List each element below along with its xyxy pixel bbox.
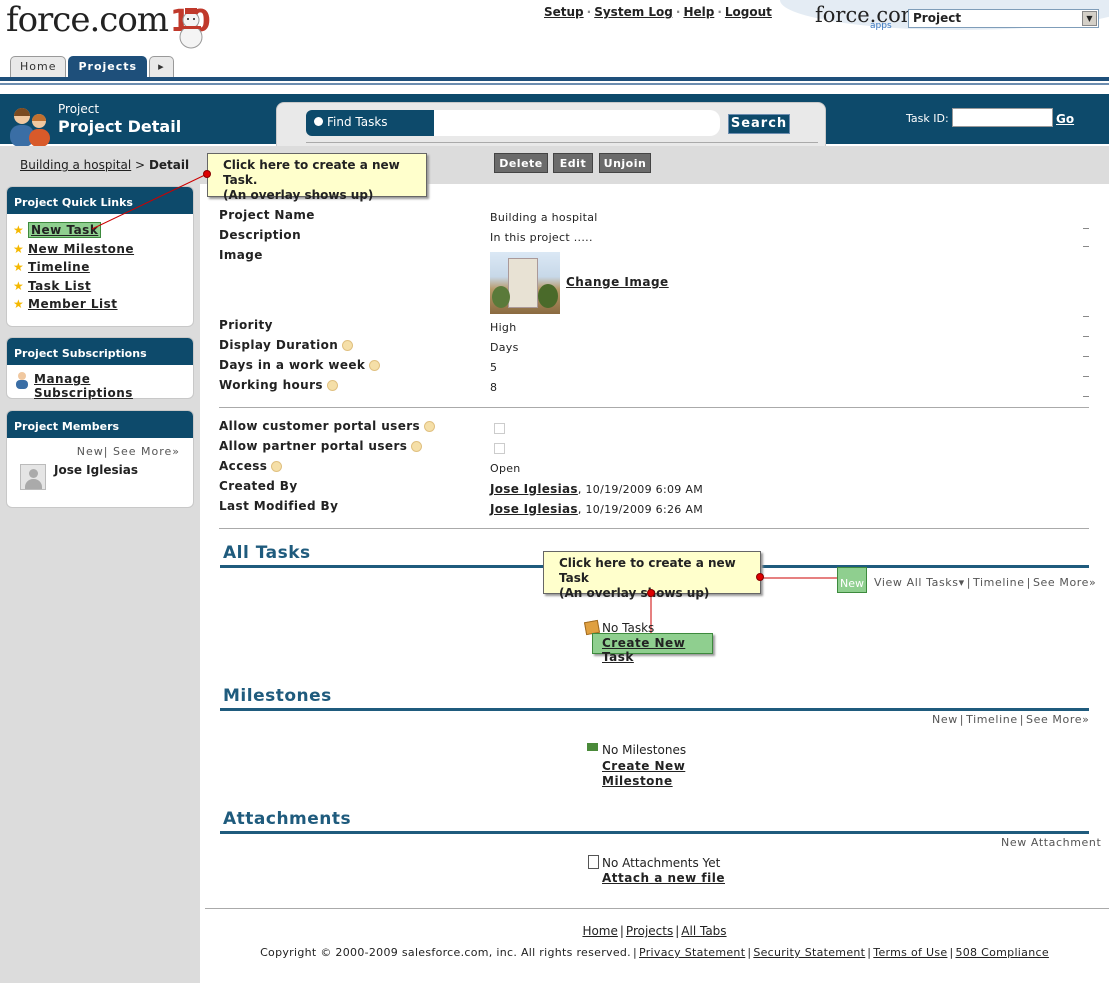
priority-value: High	[490, 321, 517, 334]
new-attachment-link[interactable]: New Attachment	[1001, 836, 1101, 849]
project-name-value: Building a hospital	[490, 211, 598, 224]
allow-customer-label: Allow customer portal users	[219, 419, 436, 433]
milestones-timeline-link[interactable]: Timeline	[966, 713, 1018, 726]
callout-anchor-dot	[647, 589, 655, 597]
project-name-label: Project Name	[219, 208, 315, 222]
attachments-title: Attachments	[223, 809, 352, 829]
modified-by-user-link[interactable]: Jose Iglesias	[490, 502, 578, 516]
working-hours-label: Working hours	[219, 378, 338, 392]
display-duration-label: Display Duration	[219, 338, 354, 352]
compliance-508-link[interactable]: 508 Compliance	[955, 946, 1048, 959]
row-divider	[1083, 336, 1089, 337]
create-new-task-link[interactable]: Create New Task	[592, 633, 713, 664]
terms-link[interactable]: Terms of Use	[873, 946, 947, 959]
project-image	[490, 252, 560, 314]
modified-by-value: Jose Iglesias, 10/19/2009 6:26 AM	[490, 502, 703, 516]
tasks-new-button[interactable]: New	[837, 567, 867, 593]
all-tasks-title: All Tasks	[223, 543, 311, 563]
footer-home-link[interactable]: Home	[582, 924, 617, 938]
callout-anchor-dot	[203, 170, 211, 178]
no-milestones-message: No Milestones	[602, 743, 687, 757]
help-icon[interactable]	[411, 441, 423, 452]
footer-divider	[205, 908, 1109, 909]
description-label: Description	[219, 228, 302, 242]
footer-links: Home | Projects | All Tabs	[582, 924, 727, 938]
allow-partner-checkbox	[494, 443, 505, 454]
days-week-label: Days in a work week	[219, 358, 381, 372]
change-image-link[interactable]: Change Image	[566, 275, 669, 289]
attachments-rule	[220, 831, 1089, 834]
allow-partner-label: Allow partner portal users	[219, 439, 423, 453]
description-value: In this project .....	[490, 231, 593, 244]
row-divider	[1083, 356, 1089, 357]
created-by-user-link[interactable]: Jose Iglesias	[490, 482, 578, 496]
access-value: Open	[490, 462, 521, 475]
footer-all-tabs-link[interactable]: All Tabs	[681, 924, 726, 938]
row-divider	[1083, 376, 1089, 377]
privacy-link[interactable]: Privacy Statement	[639, 946, 745, 959]
security-link[interactable]: Security Statement	[753, 946, 865, 959]
callout-anchor-dot	[756, 573, 764, 581]
tasks-see-more-link[interactable]: See More»	[1033, 576, 1096, 589]
copyright-line: Copyright © 2000-2009 salesforce.com, in…	[260, 946, 1049, 959]
milestones-title: Milestones	[223, 686, 332, 706]
row-divider	[1083, 396, 1089, 397]
created-by-value: Jose Iglesias, 10/19/2009 6:09 AM	[490, 482, 703, 496]
tasks-links: View All Tasks▾ | Timeline | See More»	[874, 576, 1097, 589]
dropdown-icon[interactable]: ▾	[959, 576, 965, 589]
days-week-value: 5	[490, 361, 498, 374]
callout-line: Click here to create a new Task	[559, 556, 736, 585]
image-label: Image	[219, 248, 263, 262]
help-icon[interactable]	[326, 380, 338, 391]
create-milestone-link-line2[interactable]: Milestone	[602, 774, 673, 788]
access-label: Access	[219, 459, 283, 473]
modified-by-label: Last Modified By	[219, 499, 339, 513]
view-all-tasks-link[interactable]: View All Tasks	[874, 576, 959, 589]
create-task-callout: Click here to create a new Task (An over…	[543, 551, 761, 600]
help-icon[interactable]	[342, 340, 354, 351]
help-icon[interactable]	[271, 461, 283, 472]
modified-by-date: , 10/19/2009 6:26 AM	[577, 503, 703, 516]
created-by-label: Created By	[219, 479, 298, 493]
created-by-date: , 10/19/2009 6:09 AM	[577, 483, 703, 496]
attach-new-file-link[interactable]: Attach a new file	[602, 871, 725, 885]
milestones-rule	[220, 708, 1089, 711]
milestones-see-more-link[interactable]: See More»	[1026, 713, 1089, 726]
document-icon	[588, 855, 599, 869]
milestones-new-link[interactable]: New	[932, 713, 958, 726]
footer-projects-link[interactable]: Projects	[626, 924, 673, 938]
help-icon[interactable]	[369, 360, 381, 371]
row-divider	[1083, 228, 1089, 229]
display-duration-value: Days	[490, 341, 519, 354]
copyright-text: Copyright © 2000-2009 salesforce.com, in…	[260, 946, 631, 959]
allow-customer-checkbox	[494, 423, 505, 434]
priority-label: Priority	[219, 318, 273, 332]
row-divider	[1083, 316, 1089, 317]
row-divider	[1083, 246, 1089, 247]
no-attachments-message: No Attachments Yet	[602, 856, 721, 870]
milestones-links: New | Timeline | See More»	[932, 713, 1090, 726]
create-milestone-link-line1[interactable]: Create New	[602, 759, 685, 773]
section-divider	[219, 528, 1089, 529]
working-hours-value: 8	[490, 381, 498, 394]
callout-line: (An overlay shows up)	[559, 586, 710, 600]
tasks-timeline-link[interactable]: Timeline	[973, 576, 1025, 589]
flag-icon	[587, 743, 598, 751]
section-divider	[219, 407, 1089, 408]
help-icon[interactable]	[424, 421, 436, 432]
